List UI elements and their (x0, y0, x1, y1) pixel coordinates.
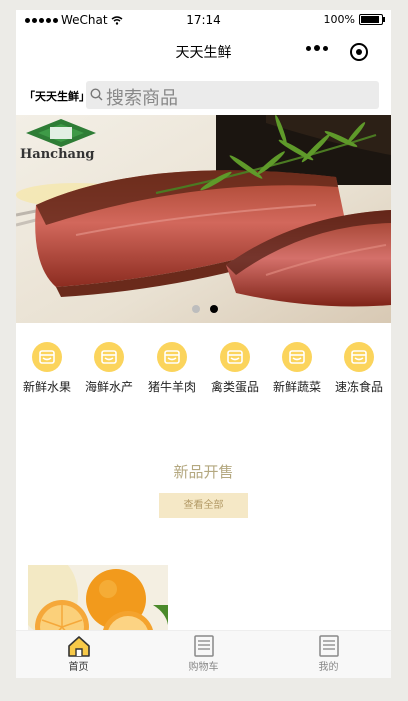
category-label: 新鲜蔬菜 (272, 380, 321, 394)
category-label: 新鲜水果 (22, 380, 71, 394)
search-input[interactable]: 搜索商品 (86, 81, 379, 109)
document-icon (318, 635, 339, 657)
search-placeholder: 搜索商品 (106, 88, 178, 109)
category-label: 禽类蛋品 (210, 380, 259, 394)
tab-label: 我的 (318, 662, 339, 673)
close-capsule-icon[interactable] (350, 43, 368, 61)
phone-screen: WeChat 17:14 100% 天天生鲜 「天天生鲜」 搜索商品 Hanch… (16, 10, 391, 678)
tab-label: 首页 (68, 662, 89, 673)
store-icon (344, 342, 374, 372)
category-item[interactable]: 海鲜水产 (78, 342, 140, 395)
battery-status: 100% (323, 13, 385, 26)
more-options-icon[interactable] (306, 45, 328, 51)
category-item[interactable]: 猪牛羊肉 (141, 342, 203, 395)
battery-percent: 100% (323, 13, 355, 26)
search-icon (90, 88, 103, 101)
document-icon (193, 635, 214, 657)
store-icon (157, 342, 187, 372)
category-label: 速冻食品 (334, 380, 383, 394)
product-image (28, 565, 168, 635)
home-icon (67, 636, 90, 657)
category-label: 海鲜水产 (84, 380, 133, 394)
brand-label: 「天天生鲜」 (24, 90, 90, 103)
carousel-dot[interactable] (192, 305, 200, 313)
tab-bar: 首页 购物车 我的 (16, 630, 391, 678)
tab-home[interactable]: 首页 (16, 635, 141, 673)
product-card[interactable] (28, 565, 168, 635)
category-item[interactable]: 新鲜蔬菜 (266, 342, 328, 395)
category-item[interactable]: 速冻食品 (328, 342, 390, 395)
tab-profile[interactable]: 我的 (266, 635, 391, 673)
tab-cart[interactable]: 购物车 (141, 635, 266, 673)
store-icon (32, 342, 62, 372)
view-all-button[interactable]: 查看全部 (159, 493, 248, 518)
carousel-dot-active[interactable] (210, 305, 218, 313)
banner-carousel[interactable]: Hanchang (16, 115, 391, 323)
store-icon (220, 342, 250, 372)
tab-label: 购物车 (188, 662, 219, 673)
page-title: 天天生鲜 (175, 45, 232, 61)
banner-image: Hanchang (16, 115, 391, 323)
category-grid: 新鲜水果 海鲜水产 猪牛羊肉 禽类蛋品 新鲜蔬菜 速冻食品 (16, 342, 391, 402)
store-icon (282, 342, 312, 372)
category-item[interactable]: 禽类蛋品 (204, 342, 266, 395)
section-title: 新品开售 (173, 463, 234, 481)
category-item[interactable]: 新鲜水果 (16, 342, 78, 395)
carousel-indicators (192, 305, 218, 313)
store-icon (94, 342, 124, 372)
status-bar: WeChat 17:14 100% (16, 10, 391, 32)
nav-bar: 天天生鲜 (16, 32, 391, 72)
search-row: 「天天生鲜」 搜索商品 (16, 81, 391, 109)
svg-text:Hanchang: Hanchang (20, 147, 95, 162)
category-label: 猪牛羊肉 (147, 380, 196, 394)
battery-icon (359, 14, 385, 25)
